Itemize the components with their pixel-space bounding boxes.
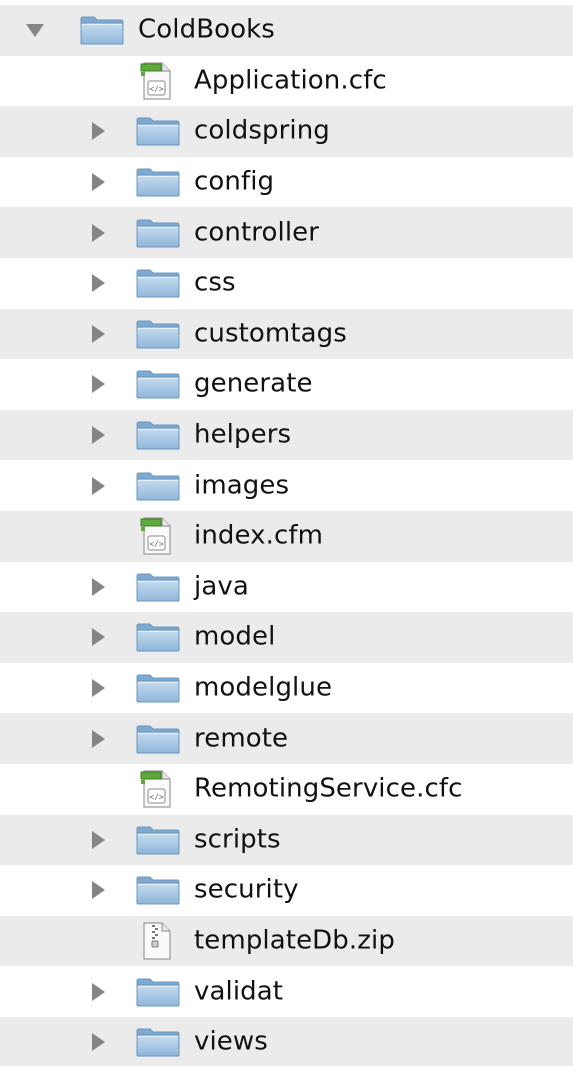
tree-row-label: modelglue <box>194 672 333 703</box>
tree-row-label: views <box>194 1026 268 1057</box>
tree-row[interactable]: coldspring <box>0 106 573 157</box>
folder-icon <box>136 116 180 150</box>
disclosure-closed-icon[interactable] <box>92 1033 105 1052</box>
disclosure-closed-icon[interactable] <box>92 274 105 293</box>
folder-icon <box>136 572 180 606</box>
disclosure-closed-icon[interactable] <box>92 324 105 343</box>
tree-row-label: images <box>194 470 290 501</box>
code-file-icon: </> <box>138 516 174 560</box>
tree-row[interactable]: customtags <box>0 308 573 360</box>
disclosure-closed-icon[interactable] <box>92 628 105 647</box>
tree-row[interactable]: java <box>0 561 573 613</box>
disclosure-closed-icon[interactable] <box>92 173 105 192</box>
tree-row[interactable]: security <box>0 865 573 916</box>
folder-icon <box>136 875 180 909</box>
tree-row[interactable]: </> RemotingService.cfc <box>0 763 573 815</box>
tree-row[interactable]: </> Application.cfc <box>0 55 573 107</box>
tree-row[interactable]: modelglue <box>0 662 573 714</box>
tree-row[interactable]: images <box>0 460 573 511</box>
tree-row-label: css <box>194 267 236 298</box>
folder-icon <box>136 673 180 707</box>
disclosure-closed-icon[interactable] <box>92 577 105 596</box>
tree-row-label: config <box>194 166 275 197</box>
tree-row-label: RemotingService.cfc <box>194 773 463 804</box>
zip-file-icon <box>138 921 174 965</box>
disclosure-closed-icon[interactable] <box>92 476 105 495</box>
tree-row-label: scripts <box>194 824 281 855</box>
tree-row-label: model <box>194 621 276 652</box>
tree-row-label: java <box>194 571 249 602</box>
tree-row[interactable]: views <box>0 1016 573 1066</box>
folder-icon <box>136 1027 180 1061</box>
svg-text:</>: </> <box>149 793 164 802</box>
tree-row-label: security <box>194 874 299 905</box>
file-tree: ColdBooks </> Application.cfc coldspring co… <box>0 0 573 1066</box>
tree-row-root[interactable]: ColdBooks <box>0 5 573 56</box>
tree-row[interactable]: helpers <box>0 409 573 461</box>
tree-row[interactable]: css <box>0 257 573 309</box>
tree-row-label: ColdBooks <box>138 14 275 45</box>
tree-row[interactable]: config <box>0 156 573 208</box>
folder-icon <box>136 218 180 252</box>
code-file-icon: </> <box>138 769 174 813</box>
disclosure-closed-icon[interactable] <box>92 122 105 141</box>
folder-icon <box>136 724 180 758</box>
disclosure-closed-icon[interactable] <box>92 830 105 849</box>
code-file-icon: </> <box>138 61 174 105</box>
tree-row[interactable]: scripts <box>0 814 573 866</box>
folder-icon <box>136 977 180 1011</box>
tree-row-label: remote <box>194 723 289 754</box>
folder-icon <box>136 825 180 859</box>
tree-row[interactable]: validat <box>0 966 573 1017</box>
disclosure-closed-icon[interactable] <box>92 729 105 748</box>
tree-row-label: templateDb.zip <box>194 925 395 956</box>
tree-row[interactable]: model <box>0 612 573 663</box>
folder-icon <box>136 471 180 505</box>
folder-icon <box>136 319 180 353</box>
disclosure-closed-icon[interactable] <box>92 982 105 1001</box>
disclosure-closed-icon[interactable] <box>92 375 105 394</box>
tree-row-label: generate <box>194 368 313 399</box>
tree-row-label: customtags <box>194 318 347 349</box>
tree-row-label: controller <box>194 217 320 248</box>
disclosure-closed-icon[interactable] <box>92 881 105 900</box>
disclosure-closed-icon[interactable] <box>92 223 105 242</box>
tree-row[interactable]: remote <box>0 713 573 764</box>
disclosure-closed-icon[interactable] <box>92 426 105 445</box>
tree-row[interactable]: generate <box>0 359 573 410</box>
folder-icon <box>136 369 180 403</box>
disclosure-closed-icon[interactable] <box>92 679 105 698</box>
tree-row[interactable]: templateDb.zip <box>0 915 573 967</box>
tree-row-label: index.cfm <box>194 520 324 551</box>
tree-row[interactable]: controller <box>0 207 573 258</box>
svg-text:</>: </> <box>149 84 164 93</box>
folder-icon <box>80 15 124 49</box>
tree-row-label: helpers <box>194 419 292 450</box>
tree-row-label: coldspring <box>194 115 330 146</box>
svg-text:</>: </> <box>149 540 164 549</box>
folder-icon <box>136 167 180 201</box>
tree-row-label: Application.cfc <box>194 65 387 96</box>
folder-icon <box>136 420 180 454</box>
tree-row[interactable]: </> index.cfm <box>0 510 573 562</box>
tree-row-label: validat <box>194 975 284 1006</box>
disclosure-open-icon[interactable] <box>26 24 44 38</box>
folder-icon <box>136 268 180 302</box>
folder-icon <box>136 622 180 656</box>
